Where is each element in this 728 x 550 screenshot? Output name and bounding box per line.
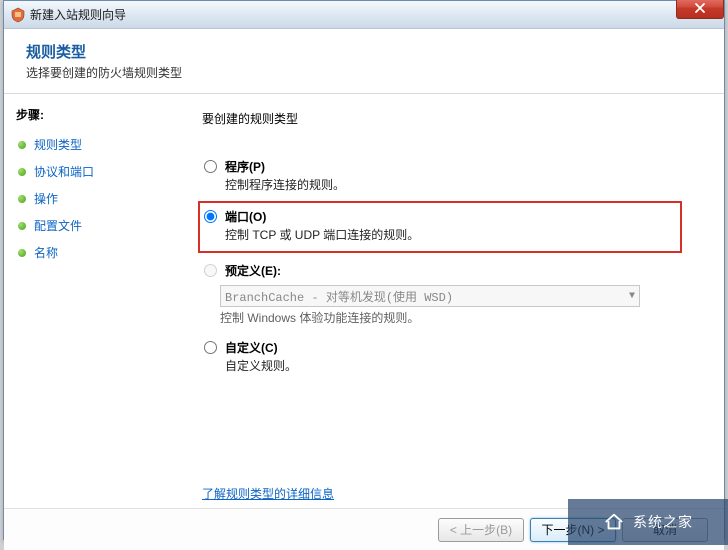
bullet-icon xyxy=(18,222,26,230)
bullet-icon xyxy=(18,249,26,257)
wizard-footer: < 上一步(B) 下一步(N) > 取消 xyxy=(4,508,724,550)
learn-more-link[interactable]: 了解规则类型的详细信息 xyxy=(202,485,334,502)
page-subtitle: 选择要创建的防火墙规则类型 xyxy=(26,64,702,81)
bullet-icon xyxy=(18,168,26,176)
radio-desc: 自定义规则。 xyxy=(225,357,700,374)
back-button[interactable]: < 上一步(B) xyxy=(438,518,524,542)
radio-label: 自定义(C) xyxy=(225,339,700,356)
radio-program[interactable] xyxy=(204,160,217,173)
step-protocol-port[interactable]: 协议和端口 xyxy=(16,158,172,185)
chevron-down-icon: ▼ xyxy=(629,291,635,302)
close-icon xyxy=(694,2,706,14)
predefined-combobox[interactable]: BranchCache - 对等机发现(使用 WSD) ▼ xyxy=(220,285,640,307)
app-icon xyxy=(10,7,26,23)
step-label: 规则类型 xyxy=(34,136,82,153)
option-port-content: 端口(O) 控制 TCP 或 UDP 端口连接的规则。 xyxy=(225,208,678,243)
option-custom: 自定义(C) 自定义规则。 xyxy=(202,336,700,384)
main-heading: 要创建的规则类型 xyxy=(202,110,700,127)
bullet-icon xyxy=(18,141,26,149)
step-label: 名称 xyxy=(34,244,58,261)
option-predefined: 预定义(E): xyxy=(202,259,700,281)
radio-label: 程序(P) xyxy=(225,158,700,175)
page-title: 规则类型 xyxy=(26,41,702,62)
close-button[interactable] xyxy=(676,0,724,19)
rule-type-radio-group: 程序(P) 控制程序连接的规则。 端口(O) 控制 TCP 或 UDP 端口连接… xyxy=(202,155,700,384)
step-label: 操作 xyxy=(34,190,58,207)
steps-heading: 步骤: xyxy=(16,106,172,123)
radio-label: 预定义(E): xyxy=(225,262,700,279)
option-predefined-content: 预定义(E): xyxy=(225,262,700,279)
step-action[interactable]: 操作 xyxy=(16,185,172,212)
radio-port[interactable] xyxy=(204,210,217,223)
predefined-desc: 控制 Windows 体验功能连接的规则。 xyxy=(220,309,700,326)
radio-desc: 控制程序连接的规则。 xyxy=(225,176,700,193)
radio-predefined[interactable] xyxy=(204,264,217,277)
wizard-window: 新建入站规则向导 规则类型 选择要创建的防火墙规则类型 步骤: 规则类型 协议和… xyxy=(3,0,725,540)
step-rule-type[interactable]: 规则类型 xyxy=(16,131,172,158)
combo-value: BranchCache - 对等机发现(使用 WSD) xyxy=(225,288,453,305)
titlebar: 新建入站规则向导 xyxy=(4,1,724,29)
step-label: 配置文件 xyxy=(34,217,82,234)
next-button[interactable]: 下一步(N) > xyxy=(530,518,616,542)
radio-desc: 控制 TCP 或 UDP 端口连接的规则。 xyxy=(225,226,678,243)
option-port: 端口(O) 控制 TCP 或 UDP 端口连接的规则。 xyxy=(202,205,678,245)
option-program-content: 程序(P) 控制程序连接的规则。 xyxy=(225,158,700,193)
window-title: 新建入站规则向导 xyxy=(30,6,126,23)
radio-label: 端口(O) xyxy=(225,208,678,225)
option-program: 程序(P) 控制程序连接的规则。 xyxy=(202,155,700,203)
step-name[interactable]: 名称 xyxy=(16,239,172,266)
steps-sidebar: 步骤: 规则类型 协议和端口 操作 配置文件 名称 xyxy=(4,94,184,508)
option-custom-content: 自定义(C) 自定义规则。 xyxy=(225,339,700,374)
radio-custom[interactable] xyxy=(204,341,217,354)
wizard-header: 规则类型 选择要创建的防火墙规则类型 xyxy=(4,29,724,94)
step-label: 协议和端口 xyxy=(34,163,94,180)
main-panel: 要创建的规则类型 程序(P) 控制程序连接的规则。 端口(O) 控制 TCP 或 xyxy=(184,94,724,508)
bullet-icon xyxy=(18,195,26,203)
highlighted-selection: 端口(O) 控制 TCP 或 UDP 端口连接的规则。 xyxy=(198,201,682,253)
wizard-content: 步骤: 规则类型 协议和端口 操作 配置文件 名称 要 xyxy=(4,94,724,508)
step-profile[interactable]: 配置文件 xyxy=(16,212,172,239)
cancel-button[interactable]: 取消 xyxy=(622,518,708,542)
